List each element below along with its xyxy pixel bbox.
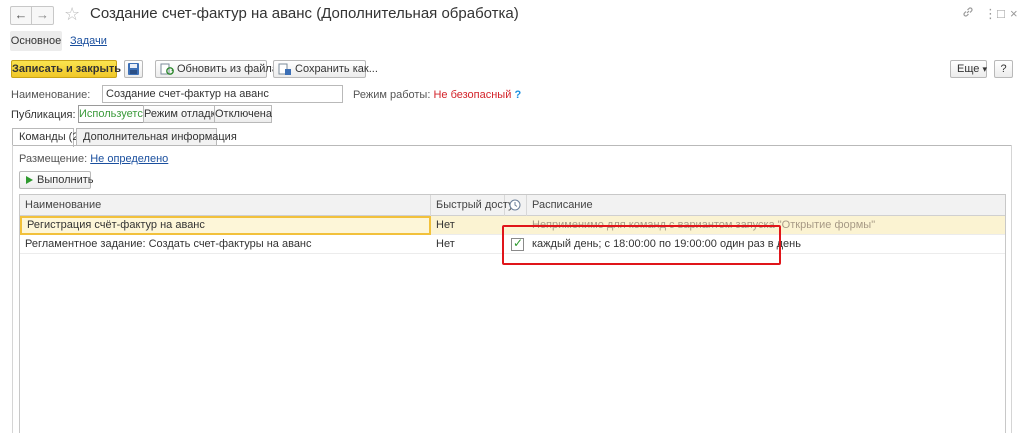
favorite-star-icon[interactable]: ☆ xyxy=(64,4,80,24)
publication-option-debug[interactable]: Режим отладки xyxy=(143,105,222,123)
back-button[interactable]: ← xyxy=(10,6,32,25)
placement-row: Размещение: Не определено xyxy=(19,152,168,166)
highlight-annotation xyxy=(502,225,781,265)
save-button[interactable] xyxy=(124,60,143,78)
refresh-file-icon xyxy=(160,63,174,75)
tab-panel-border xyxy=(12,145,1012,146)
table-header: Наименование Быстрый доступ Расписание xyxy=(20,195,1005,216)
subtab-additional-info[interactable]: Дополнительная информация xyxy=(76,128,237,146)
link-icon[interactable] xyxy=(962,6,974,22)
mode-help-icon[interactable]: ? xyxy=(514,89,521,101)
save-as-label: Сохранить как... xyxy=(295,63,378,75)
row-name-cell[interactable]: Регистрация счёт-фактур на аванс xyxy=(20,216,431,235)
floppy-disk-icon xyxy=(128,63,139,75)
mode-label: Режим работы: xyxy=(353,89,431,101)
more-label: Еще xyxy=(957,63,980,75)
publication-option-used[interactable]: Используется xyxy=(78,105,149,123)
row-name-cell: Регламентное задание: Создать счет-факту… xyxy=(25,238,312,250)
row-quick-access-cell: Нет xyxy=(436,238,455,250)
command-bar: Записать и закрыть Обновить из файла... … xyxy=(0,59,1024,81)
name-label: Наименование: xyxy=(11,89,91,101)
forward-button[interactable]: → xyxy=(32,6,54,25)
link-icon-svg xyxy=(963,7,973,17)
column-quick-access[interactable]: Быстрый доступ xyxy=(431,195,520,216)
help-button[interactable]: ? xyxy=(994,60,1013,78)
window-title: Создание счет-фактур на аванс (Дополните… xyxy=(90,5,519,22)
update-from-file-button[interactable]: Обновить из файла... xyxy=(155,60,287,78)
execute-label: Выполнить xyxy=(37,174,94,186)
close-icon[interactable]: × xyxy=(1010,6,1018,22)
update-from-file-label: Обновить из файла... xyxy=(177,63,288,75)
row-quick-access-cell: Нет xyxy=(436,219,455,231)
mode-value: Не безопасный xyxy=(433,89,512,101)
column-clock[interactable] xyxy=(505,195,527,216)
tab-tasks[interactable]: Задачи xyxy=(70,31,107,51)
mode-row: Режим работы: Не безопасный ? xyxy=(353,86,521,104)
save-as-icon xyxy=(278,63,291,75)
publication-option-disabled[interactable]: Отключена xyxy=(214,105,272,123)
placement-link[interactable]: Не определено xyxy=(90,153,168,165)
panel-right-border xyxy=(1011,145,1012,433)
play-icon xyxy=(26,176,33,185)
panel-left-border xyxy=(12,145,13,433)
execute-button[interactable]: Выполнить xyxy=(19,171,94,189)
placement-label: Размещение: xyxy=(19,153,88,165)
publication-label: Публикация: xyxy=(11,109,76,121)
title-bar: ← → ☆ Создание счет-фактур на аванс (Доп… xyxy=(0,0,1024,30)
more-menu-icon[interactable]: ⋮ xyxy=(984,6,997,22)
column-schedule[interactable]: Расписание xyxy=(527,195,1005,216)
write-and-close-button[interactable]: Записать и закрыть xyxy=(11,60,121,78)
chevron-down-icon: ▾ xyxy=(982,64,987,74)
clock-icon xyxy=(509,199,521,211)
name-field[interactable]: Создание счет-фактур на аванс xyxy=(102,85,343,103)
more-button[interactable]: Еще ▾ xyxy=(950,60,987,78)
name-row: Наименование: xyxy=(11,86,90,104)
maximize-icon[interactable]: □ xyxy=(997,6,1005,22)
tab-main[interactable]: Основное xyxy=(10,31,62,51)
save-as-button[interactable]: Сохранить как... xyxy=(273,60,378,78)
column-name[interactable]: Наименование xyxy=(20,195,431,216)
